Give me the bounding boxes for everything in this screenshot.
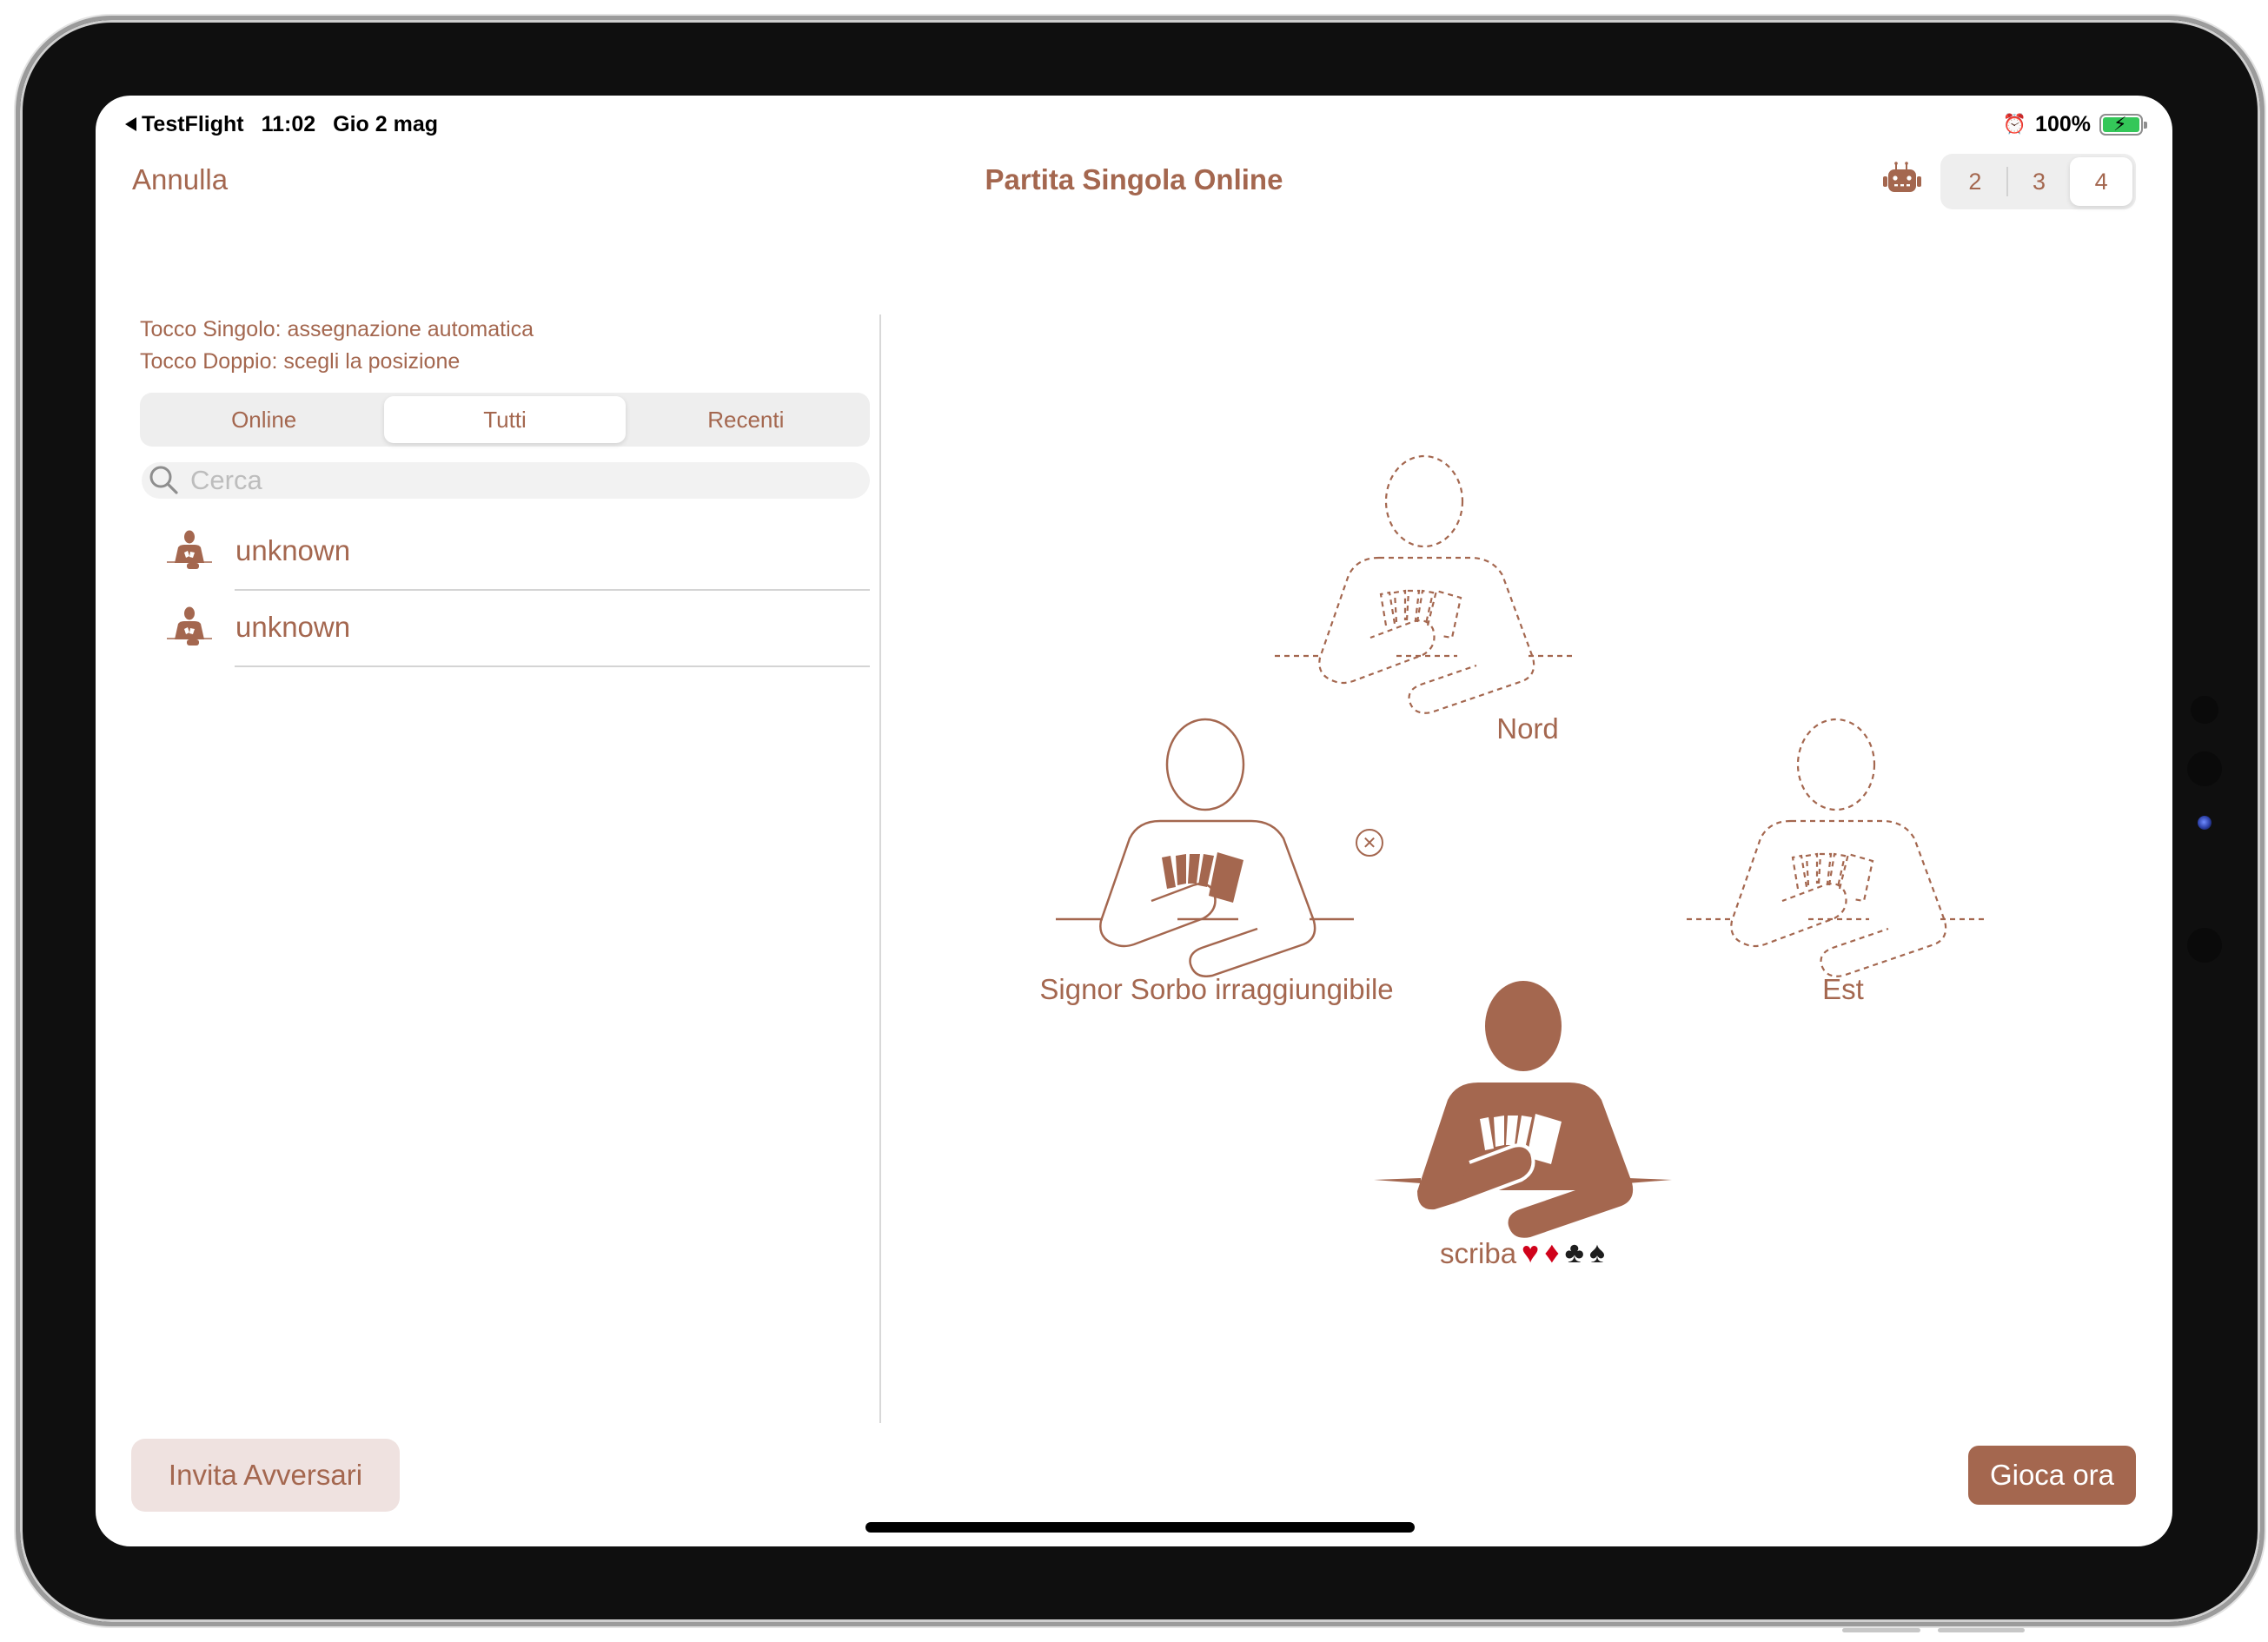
volume-button [1938, 1628, 2025, 1632]
home-indicator[interactable] [865, 1522, 1415, 1533]
player-count-3[interactable]: 3 [2008, 157, 2071, 206]
status-date: Gio 2 mag [333, 111, 439, 136]
bolt-icon: ⚡ [2113, 112, 2127, 135]
close-circle-icon[interactable]: ✕ [1356, 829, 1383, 857]
seat-south[interactable] [1374, 978, 1672, 1239]
seat-north-label: Nord [1496, 712, 1559, 745]
sensor-dot [2187, 751, 2222, 786]
battery-charging-icon: ⚡ [2099, 112, 2147, 136]
player-name: unknown [235, 534, 351, 566]
volume-button [1842, 1628, 1920, 1632]
diamond-icon: ♦ [1544, 1236, 1560, 1269]
seat-east-label: Est [1822, 973, 1864, 1005]
search-input[interactable] [190, 465, 851, 496]
spade-icon: ♠ [1588, 1236, 1605, 1269]
player-count-segmented-control: 2 3 4 [1940, 154, 2136, 209]
self-seat-figure-icon [1374, 981, 1672, 1238]
hint-double-tap: Tocco Doppio: scegli la posizione [140, 349, 461, 374]
status-time: 11:02 [261, 111, 316, 136]
card-player-icon [167, 530, 212, 569]
search-bar [142, 462, 870, 499]
search-icon [149, 466, 178, 494]
empty-seat-figure-icon [1275, 454, 1573, 714]
player-name: unknown [235, 611, 351, 643]
filter-tabs: Online Tutti Recenti [140, 393, 870, 447]
page-title: Partita Singola Online [985, 163, 1283, 195]
player-list-item[interactable]: unknown [165, 514, 870, 591]
battery-percent: 100% [2035, 111, 2091, 136]
app-screen: TestFlight 11:02 Gio 2 mag ⏰ 100% ⚡ Annu… [96, 96, 2172, 1546]
status-bar: TestFlight 11:02 Gio 2 mag ⏰ 100% ⚡ [96, 104, 2172, 144]
row-separator [235, 665, 870, 667]
sensor-dot [2191, 696, 2218, 724]
alarm-clock-icon: ⏰ [2002, 113, 2027, 135]
seat-east[interactable] [1687, 717, 1985, 977]
back-app-name: TestFlight [142, 111, 244, 136]
battery-nub [2144, 121, 2147, 129]
tab-online[interactable]: Online [143, 396, 384, 443]
card-player-icon [167, 606, 212, 646]
play-now-button[interactable]: Gioca ora [1968, 1446, 2136, 1505]
self-name: scriba [1440, 1236, 1517, 1269]
seat-west-label: Signor Sorbo irraggiungibile [1039, 973, 1394, 1005]
front-camera [2198, 816, 2212, 830]
seat-north[interactable] [1275, 454, 1573, 714]
player-list-item[interactable]: unknown [165, 591, 870, 667]
robot-icon[interactable] [1883, 162, 1921, 195]
invite-opponents-button[interactable]: Invita Avversari [131, 1439, 400, 1512]
club-icon: ♣ [1564, 1236, 1584, 1269]
empty-seat-figure-icon [1687, 718, 1985, 977]
panel-divider [879, 314, 881, 1423]
seat-south-label: scriba ♥ ♦ ♣ ♠ [1440, 1236, 1605, 1270]
hint-single-tap: Tocco Singolo: assegnazione automatica [140, 317, 534, 341]
assigned-seat-figure-icon [1056, 718, 1354, 977]
back-to-app-link[interactable]: TestFlight [125, 112, 244, 137]
tab-tutti[interactable]: Tutti [384, 396, 626, 443]
player-count-4[interactable]: 4 [2070, 157, 2133, 206]
seat-west[interactable] [1056, 717, 1354, 977]
back-triangle-icon [125, 117, 136, 131]
sensor-dot [2187, 928, 2222, 963]
tab-recenti[interactable]: Recenti [626, 396, 866, 443]
heart-icon: ♥ [1522, 1236, 1540, 1269]
player-count-2[interactable]: 2 [1944, 157, 2006, 206]
